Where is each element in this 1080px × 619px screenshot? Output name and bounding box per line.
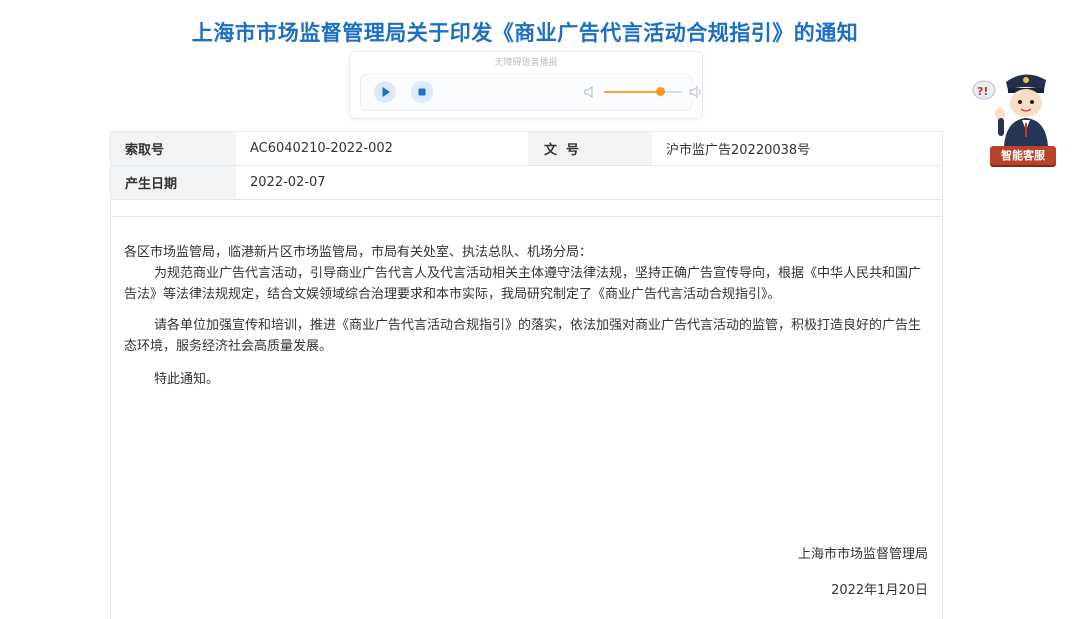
- document-number-label: 文 号: [528, 132, 652, 166]
- document-meta-table: 索取号 AC6040210-2022-002 文 号 沪市监广告20220038…: [111, 132, 942, 217]
- volume-low-icon[interactable]: [583, 85, 595, 99]
- index-number-label: 索取号: [111, 132, 236, 166]
- date-label: 产生日期: [111, 165, 236, 200]
- volume-fill: [604, 91, 661, 93]
- customer-service-mascot-icon: ?!: [972, 74, 1048, 146]
- volume-high-icon[interactable]: [688, 85, 704, 99]
- svg-text:?!: ?!: [977, 85, 988, 98]
- meta-spacer: [111, 199, 942, 217]
- signature-org: 上海市市场监督管理局: [797, 547, 928, 562]
- stop-button[interactable]: [411, 81, 433, 103]
- player-controls: [360, 74, 701, 111]
- page-title: 上海市市场监督管理局关于印发《商业广告代言活动合规指引》的通知: [191, 21, 859, 45]
- meta-row: 索取号 AC6040210-2022-002 文 号 沪市监广告20220038…: [111, 132, 942, 166]
- smart-service-label[interactable]: 智能客服: [990, 146, 1056, 165]
- document-body: 各区市场监管局，临港新片区市场监管局，市局有关处室、执法总队、机场分局： 为规范…: [124, 242, 929, 390]
- audio-player: 无障碍语音播报: [349, 51, 703, 119]
- page: 上海市市场监督管理局关于印发《商业广告代言活动合规指引》的通知 无障碍语音播报: [0, 0, 1080, 619]
- document-number-value: 沪市监广告20220038号: [652, 132, 942, 166]
- index-number-value: AC6040210-2022-002: [236, 132, 528, 166]
- body-paragraph-1: 为规范商业广告代言活动，引导商业广告代言人及代言活动相关主体遵守法律法规，坚持正…: [124, 266, 922, 302]
- play-button[interactable]: [374, 81, 396, 103]
- smart-service-widget[interactable]: ?! 智能客服: [970, 68, 1064, 168]
- volume-slider[interactable]: [604, 87, 682, 96]
- meta-row: 产生日期 2022-02-07: [111, 165, 942, 200]
- body-paragraph-3: 特此通知。: [154, 372, 220, 387]
- body-paragraph-2: 请各单位加强宣传和培训，推进《商业广告代言活动合规指引》的落实，依法加强对商业广…: [124, 318, 922, 354]
- salutation: 各区市场监管局，临港新片区市场监管局，市局有关处室、执法总队、机场分局：: [124, 245, 593, 260]
- signature-date: 2022年1月20日: [831, 583, 928, 598]
- date-value: 2022-02-07: [236, 165, 942, 200]
- document-panel: 索取号 AC6040210-2022-002 文 号 沪市监广告20220038…: [110, 131, 943, 619]
- player-label: 无障碍语音播报: [494, 58, 558, 68]
- volume-knob[interactable]: [656, 87, 666, 96]
- stop-icon: [418, 88, 426, 96]
- play-icon: [382, 87, 390, 97]
